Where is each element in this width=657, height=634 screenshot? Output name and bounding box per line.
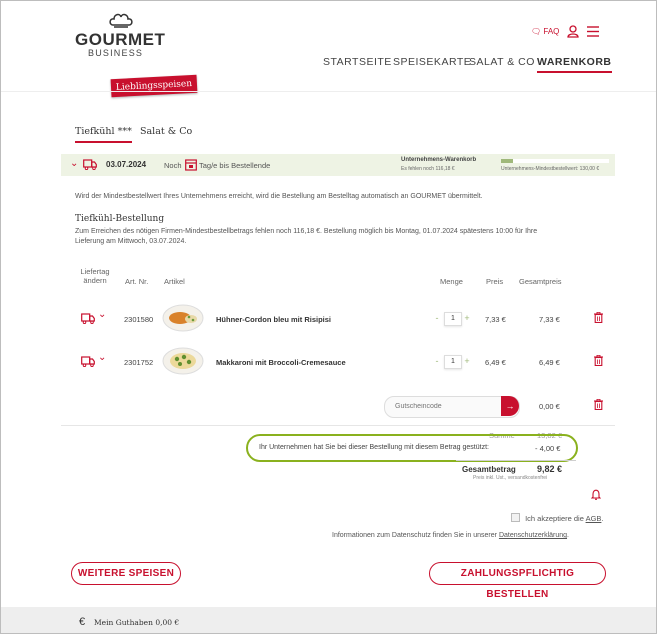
voucher-amount: 0,00 € — [539, 402, 560, 411]
header-liefertag-line1: Liefertag — [80, 267, 110, 276]
chef-hat-icon — [109, 13, 133, 28]
header-artikel: Artikel — [164, 277, 185, 286]
subsidy-label: Ihr Unternehmen hat Sie bei dieser Beste… — [259, 444, 489, 451]
plus-button[interactable]: + — [463, 355, 471, 368]
agb-link[interactable]: AGB — [586, 514, 602, 523]
row-price: 7,33 € — [485, 315, 506, 324]
tab-tiefkuehl[interactable]: Tiefkühl *** — [75, 126, 132, 143]
quantity-input[interactable]: 1 — [444, 312, 462, 326]
subsidy-value: - 4,00 € — [535, 444, 561, 453]
truck-icon[interactable] — [81, 356, 95, 367]
agb-checkbox[interactable] — [511, 513, 520, 522]
privacy-link[interactable]: Datenschutzerklärung — [499, 532, 567, 539]
chevron-down-icon[interactable]: ⌄ — [98, 352, 106, 363]
plus-button[interactable]: + — [463, 312, 471, 325]
delivery-date: 03.07.2024 — [106, 160, 147, 169]
company-cart-progress-fill — [501, 159, 513, 163]
tab-salat-co[interactable]: Salat & Co — [140, 126, 192, 137]
quantity-input[interactable]: 1 — [444, 355, 462, 369]
row-article-name[interactable]: Makkaroni mit Broccoli-Cremesauce — [216, 358, 346, 367]
gesamt-label: Gesamtbetrag — [462, 465, 516, 474]
gesamt-note: Preis inkl. Ust., versandkostenfrei — [473, 475, 548, 481]
table-row: ⌄ 2301752 Makkaroni mit Broccoli-Cremesa… — [61, 342, 615, 382]
countdown-suffix: Tag/e bis Bestellende — [199, 161, 271, 170]
order-desc-line1: Zum Erreichen des nötigen Firmen-Mindest… — [75, 228, 538, 235]
header-preis: Preis — [486, 277, 504, 286]
order-title: Tiefkühl-Bestellung — [75, 214, 165, 224]
privacy-suffix: . — [567, 532, 569, 539]
logo[interactable]: GOURMET BUSINESS — [75, 13, 165, 73]
trash-icon[interactable] — [594, 355, 603, 366]
header-liefertag-line2: ändern — [83, 276, 107, 285]
voucher-submit-button[interactable]: → — [501, 396, 519, 416]
quantity-stepper: - 1 + — [433, 312, 471, 326]
nav-speisekarte[interactable]: SPEISEKARTE — [393, 56, 471, 68]
place-order-button[interactable]: ZAHLUNGSPFLICHTIG BESTELLEN — [429, 562, 606, 600]
food-thumbnail — [162, 304, 204, 332]
gesamt-value: 9,82 € — [537, 464, 563, 474]
bell-icon[interactable] — [591, 489, 601, 500]
voucher-input[interactable] — [395, 400, 495, 413]
company-cart-title: Unternehmens-Warenkorb — [401, 157, 477, 163]
row-total: 7,33 € — [539, 315, 560, 324]
balance-text: Mein Guthaben 0,00 € — [94, 618, 180, 627]
company-cart-min: Unternehmens-Mindestbestellwert: 130,00 … — [501, 166, 600, 172]
header-liefertag: Liefertag ändern — [80, 267, 110, 285]
agb-prefix: Ich akzeptiere die — [525, 514, 584, 523]
header-menge: Menge — [440, 277, 463, 286]
voucher-field: → — [384, 396, 520, 418]
agb-row: Ich akzeptiere die AGB. — [511, 513, 604, 523]
gesamt-divider — [456, 460, 576, 461]
truck-icon — [83, 159, 97, 170]
info-text: Wird der Mindestbestellwert Ihres Untern… — [75, 193, 483, 200]
row-artnr: 2301752 — [124, 358, 154, 367]
minus-button[interactable]: - — [433, 355, 441, 368]
calendar-icon — [185, 159, 197, 171]
order-desc-line2: Lieferung am Mittwoch, 03.07.2024. — [75, 238, 187, 245]
header-gesamtpreis: Gesamtpreis — [519, 277, 562, 286]
page: GOURMET BUSINESS Lieblingsspeisen 🗨 FAQ … — [0, 0, 657, 634]
nav-startseite[interactable]: STARTSEITE — [323, 56, 392, 68]
agb-suffix: . — [601, 514, 604, 523]
arrow-right-icon: → — [505, 401, 515, 411]
privacy-row: Informationen zum Datenschutz finden Sie… — [332, 532, 569, 539]
chat-icon: 🗨 — [531, 27, 542, 36]
user-icon[interactable] — [567, 25, 579, 38]
food-thumbnail — [162, 347, 204, 375]
quantity-stepper: - 1 + — [433, 355, 471, 369]
row-artnr: 2301580 — [124, 315, 154, 324]
privacy-prefix: Informationen zum Datenschutz finden Sie… — [332, 532, 497, 539]
logo-subtitle: BUSINESS — [88, 48, 144, 58]
minus-button[interactable]: - — [433, 312, 441, 325]
row-total: 6,49 € — [539, 358, 560, 367]
faq-link[interactable]: 🗨 FAQ — [531, 27, 559, 36]
totals-divider — [61, 425, 615, 426]
row-article-name[interactable]: Hühner-Cordon bleu mit Risipisi — [216, 315, 331, 324]
menu-icon[interactable] — [587, 26, 599, 37]
row-price: 6,49 € — [485, 358, 506, 367]
trash-icon[interactable] — [594, 312, 603, 323]
header-artnr: Art. Nr. — [125, 277, 149, 286]
delivery-bar[interactable]: ⌄ 03.07.2024 Noch Tag/e bis Bestellende … — [61, 154, 615, 176]
logo-wordmark: GOURMET — [75, 30, 166, 49]
footer-bar: € Mein Guthaben 0,00 € — [1, 607, 656, 633]
company-cart-missing: Es fehlen noch 116,18 € — [401, 166, 455, 172]
more-dishes-button[interactable]: WEITERE SPEISEN — [71, 562, 181, 585]
countdown-prefix: Noch — [164, 161, 182, 170]
table-row: ⌄ 2301580 Hühner-Cordon bleu mit Risipis… — [61, 299, 615, 339]
chevron-down-icon[interactable]: ⌄ — [98, 309, 106, 320]
trash-icon[interactable] — [594, 399, 603, 410]
header-divider — [1, 91, 656, 92]
faq-label: FAQ — [543, 27, 560, 36]
nav-salat-co[interactable]: SALAT & CO — [469, 56, 535, 68]
company-cart-progress — [501, 159, 609, 163]
lieblingsspeisen-ribbon[interactable]: Lieblingsspeisen — [110, 74, 198, 98]
euro-icon: € — [79, 616, 86, 628]
nav-warenkorb[interactable]: WARENKORB — [537, 56, 612, 73]
truck-icon[interactable] — [81, 313, 95, 324]
chevron-down-icon[interactable]: ⌄ — [70, 158, 78, 169]
